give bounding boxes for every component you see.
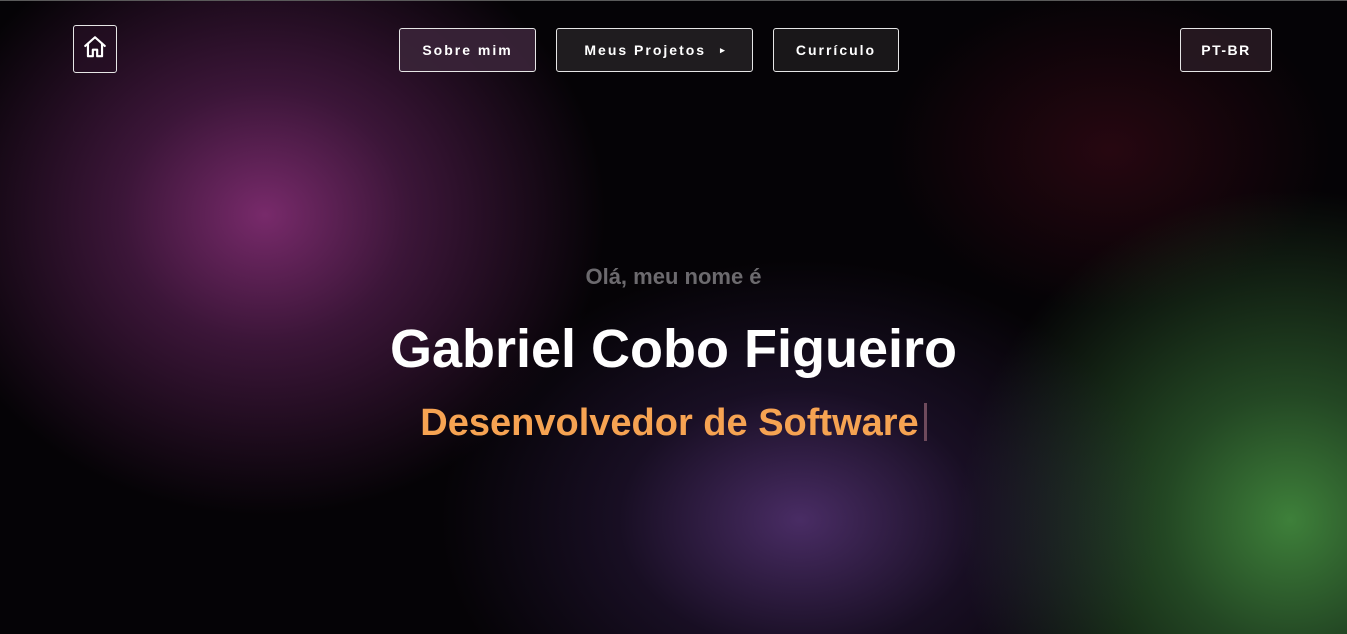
role-text: Desenvolvedor de Software bbox=[420, 402, 919, 444]
resume-button-label: Currículo bbox=[795, 42, 877, 58]
about-button-label: Sobre mim bbox=[422, 42, 513, 58]
typing-cursor bbox=[923, 403, 927, 441]
resume-button[interactable]: Currículo bbox=[773, 28, 899, 72]
home-button[interactable] bbox=[73, 25, 117, 73]
caret-right-icon: ▸ bbox=[720, 44, 725, 55]
name-heading: Gabriel Cobo Figueiro bbox=[389, 319, 958, 379]
hero-page: Sobre mim Meus Projetos ▸ Currículo PT-B… bbox=[0, 0, 1347, 634]
greeting-text: Olá, meu nome é bbox=[585, 264, 762, 289]
language-switch-button[interactable]: PT-BR bbox=[1180, 28, 1272, 72]
role-line: Desenvolvedor de Software bbox=[0, 402, 1347, 445]
language-label: PT-BR bbox=[1201, 42, 1251, 58]
top-divider bbox=[0, 0, 1347, 1]
projects-button-label: Meus Projetos bbox=[584, 42, 707, 58]
main-nav: Sobre mim Meus Projetos ▸ Currículo bbox=[399, 28, 899, 72]
home-icon bbox=[82, 34, 108, 65]
about-button[interactable]: Sobre mim bbox=[399, 28, 536, 72]
projects-dropdown-button[interactable]: Meus Projetos ▸ bbox=[556, 28, 753, 72]
